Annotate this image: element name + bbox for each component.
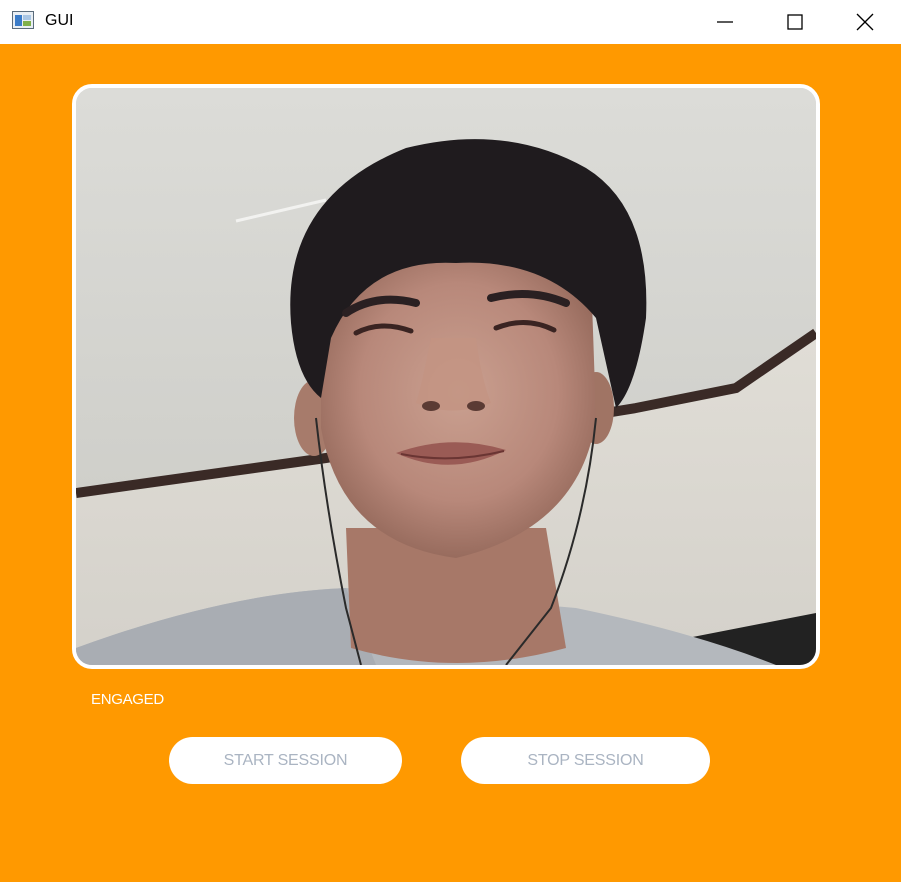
app-window: GUI ENGAGED START SESSION STOP SESSION — [0, 0, 901, 882]
stop-session-button[interactable]: STOP SESSION — [461, 737, 710, 784]
close-icon — [856, 13, 874, 31]
start-session-button[interactable]: START SESSION — [169, 737, 402, 784]
engagement-status-label: ENGAGED — [91, 691, 164, 708]
app-icon — [12, 11, 34, 29]
minimize-icon — [717, 21, 733, 23]
window-title: GUI — [45, 12, 74, 29]
minimize-button[interactable] — [690, 0, 760, 44]
maximize-button[interactable] — [760, 0, 830, 44]
maximize-icon — [787, 14, 803, 30]
title-bar: GUI — [0, 0, 901, 44]
webcam-video-feed — [72, 84, 820, 669]
webcam-image — [76, 88, 816, 665]
close-button[interactable] — [830, 0, 900, 44]
